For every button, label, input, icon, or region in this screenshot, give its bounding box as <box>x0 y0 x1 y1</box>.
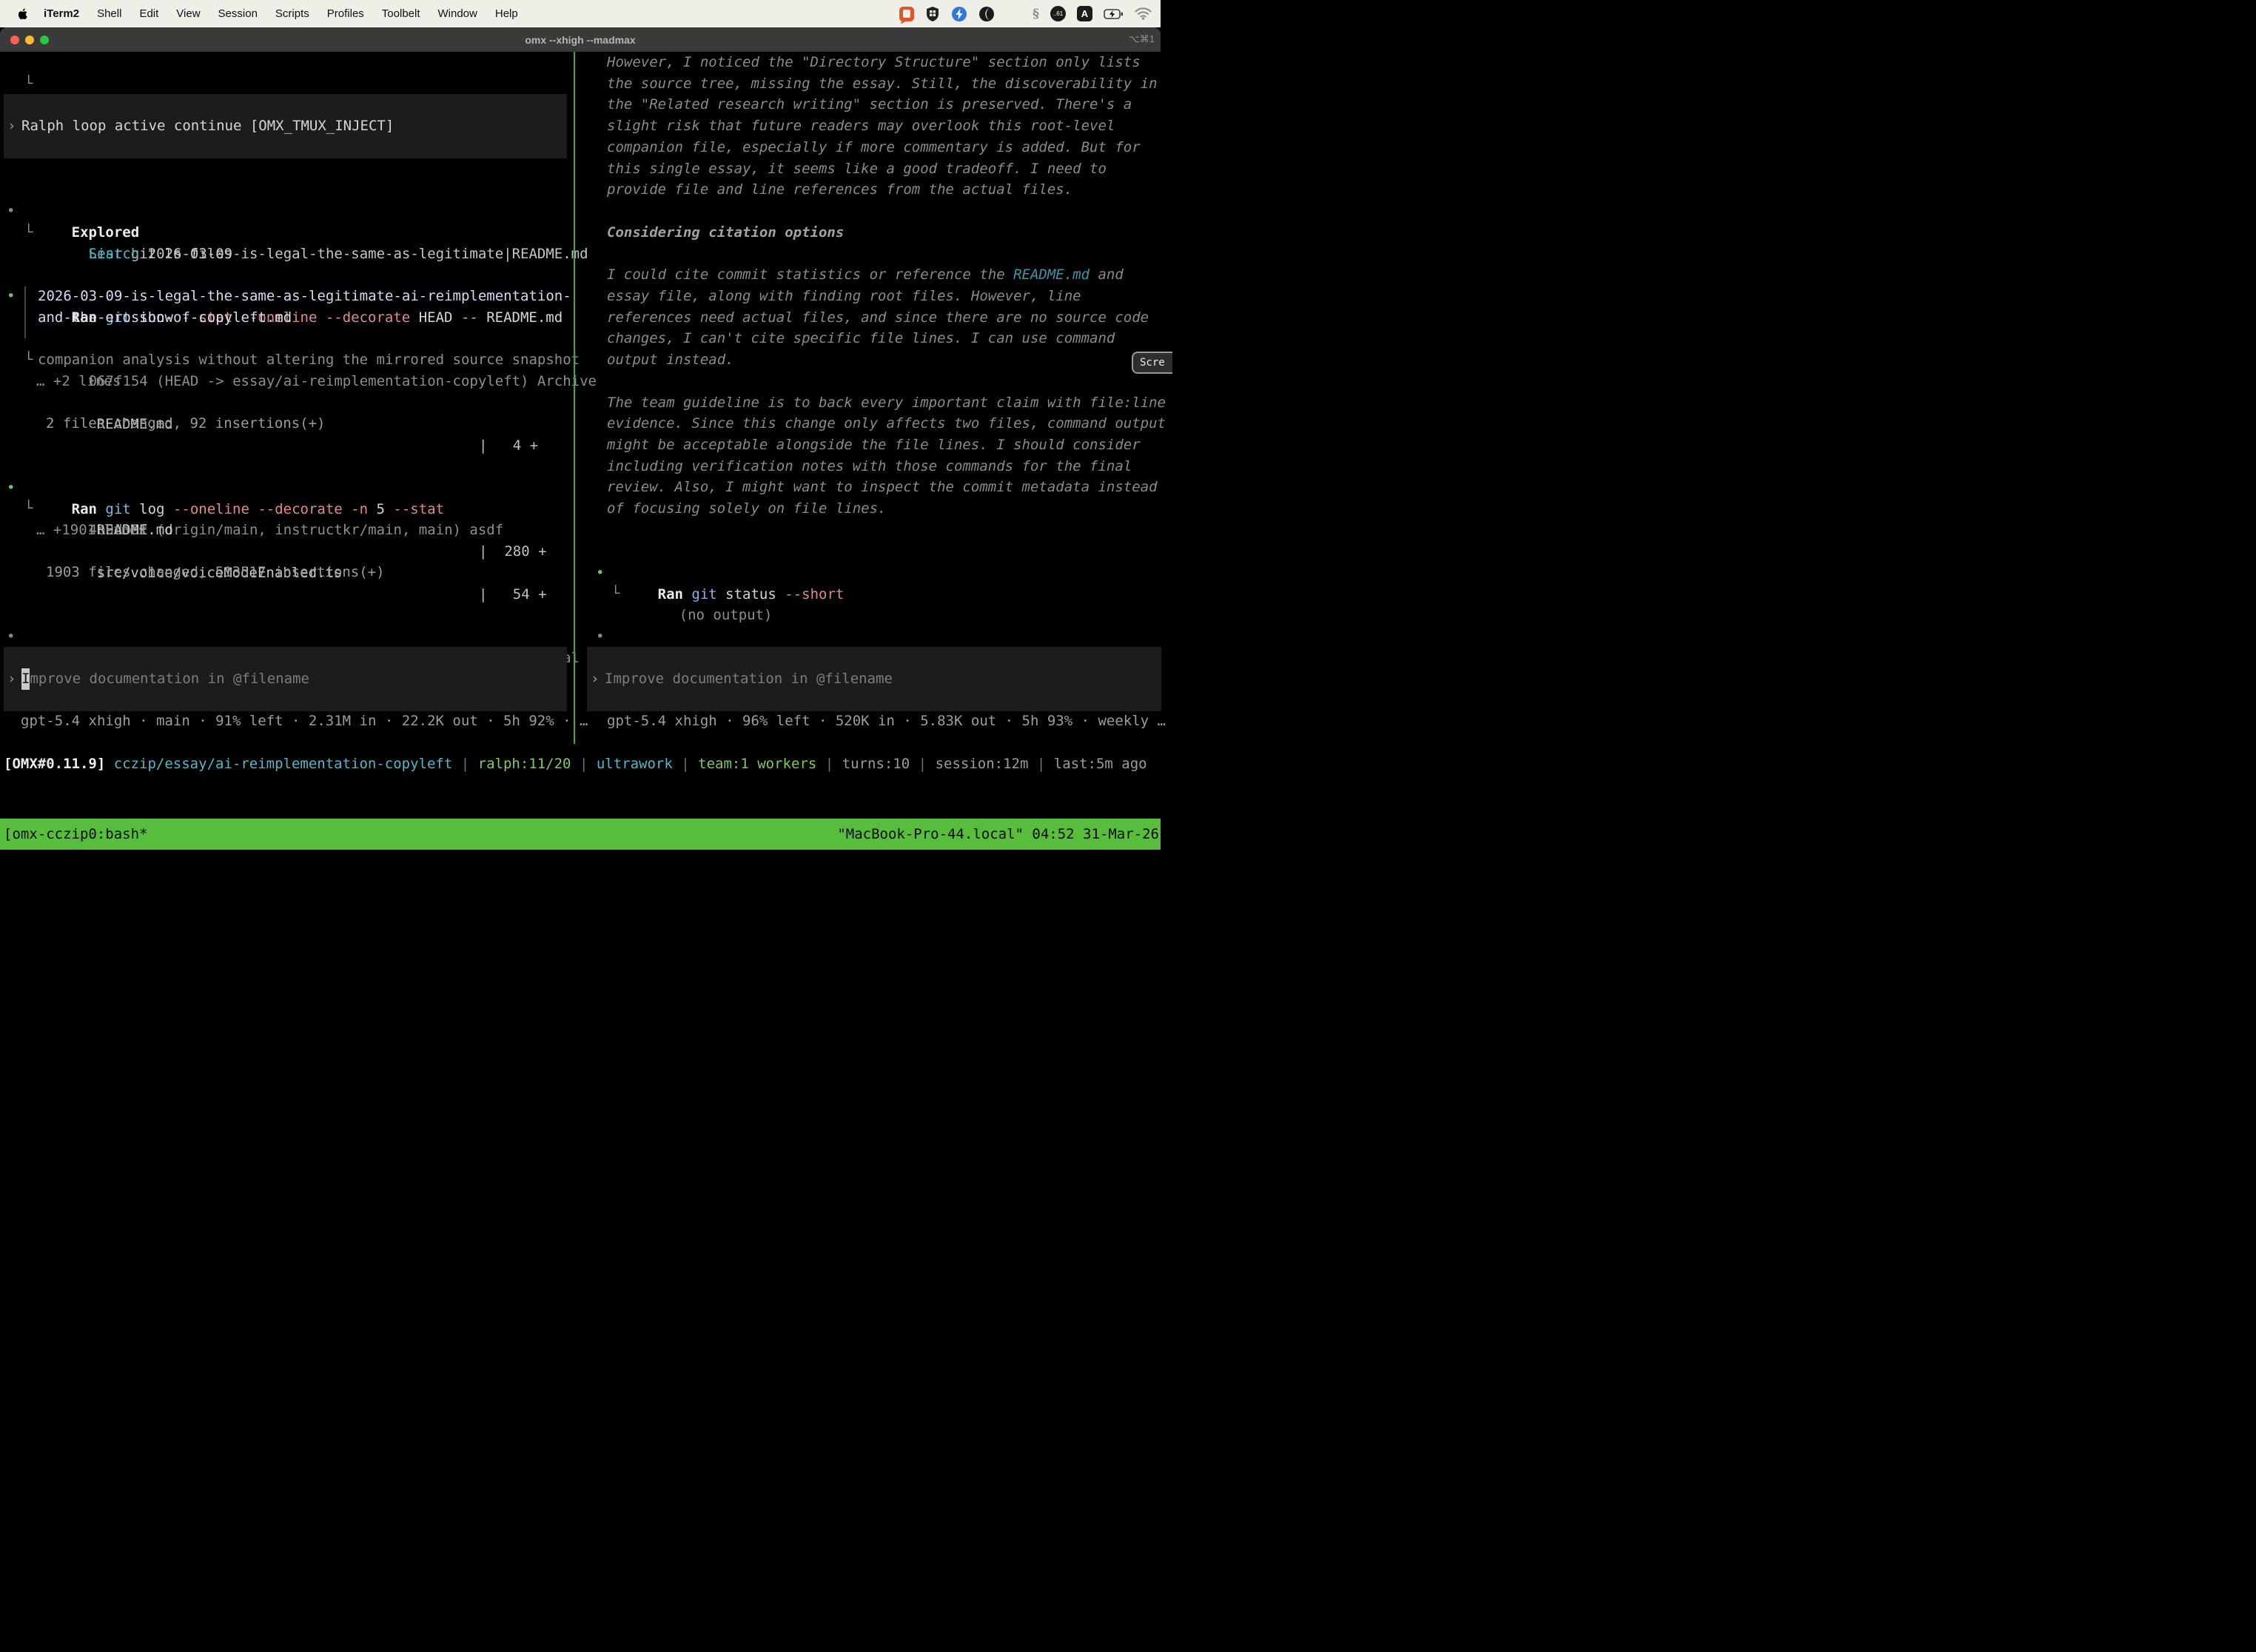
command-arg-wrap: and-the-erosion-of-copyleft.md <box>38 309 292 326</box>
tmux-status-bar: [omx-cczip0:bash* "MacBook-Pro-44.local"… <box>0 819 1161 850</box>
ralph-loop-text: Ralph loop active continue [OMX_TMUX_INJ… <box>21 115 394 137</box>
crescent-app-icon[interactable] <box>978 6 995 22</box>
workspace-path: cczip/essay/ai-reimplementation-copyleft <box>114 756 453 772</box>
reasoning-line: I could cite commit statistics or refere… <box>607 266 1124 283</box>
diffstat-value: | 4 + <box>479 435 538 457</box>
tree-corner: └ <box>611 583 620 605</box>
tmux-session-window[interactable]: [omx-cczip0:bash* <box>4 826 147 842</box>
command-arg-wrap: 2026-03-09-is-legal-the-same-as-legitima… <box>38 288 571 304</box>
input-placeholder-text: Improve documentation in @filename <box>605 668 893 690</box>
omx-status-bar: [OMX#0.11.9] cczip/essay/ai-reimplementa… <box>0 753 1161 775</box>
session-duration: session:12m <box>936 756 1029 772</box>
window-title-bar: omx --xhigh --madmax ⌥⌘1 <box>0 27 1161 52</box>
menu-profiles[interactable]: Profiles <box>318 7 373 20</box>
last-activity: last:5m ago <box>1054 756 1147 772</box>
reasoning-line: this single essay, it seems like a good … <box>607 161 1107 177</box>
scroll-squiggle-icon[interactable]: § <box>1033 7 1039 21</box>
battery-icon[interactable] <box>1104 9 1124 19</box>
right-agent-pane[interactable]: However, I noticed the "Directory Struct… <box>575 52 1161 796</box>
reasoning-line: changes, I can't cite specific file line… <box>607 330 1115 346</box>
shield-icon[interactable] <box>925 6 940 22</box>
diff-summary: 2 files changed, 92 insertions(+) <box>46 415 326 432</box>
reasoning-line: The team guideline is to back every impo… <box>607 394 1166 411</box>
dots-grid-icon[interactable] <box>1006 6 1021 21</box>
zap-badge-icon[interactable] <box>951 6 967 22</box>
window-shortcut-hint: ⌥⌘1 <box>1129 33 1155 45</box>
minimize-window-button[interactable] <box>25 36 34 44</box>
menu-window[interactable]: Window <box>429 7 486 20</box>
apple-logo-icon[interactable] <box>18 7 29 21</box>
timer-badge-icon[interactable]: ..61 <box>1050 6 1066 21</box>
git-status-command: Ran git status --short <box>658 586 845 602</box>
close-window-button[interactable] <box>10 36 19 44</box>
team-workers-count: team:1 workers <box>698 756 816 772</box>
screen-notification-tooltip[interactable]: Scre <box>1132 352 1172 374</box>
input-placeholder-text: Improve documentation in @filename <box>21 668 309 690</box>
menu-shell[interactable]: Shell <box>88 7 130 20</box>
reasoning-line: including verification notes with those … <box>607 458 1132 474</box>
mode-label: ultrawork <box>597 756 673 772</box>
tmux-hostname-clock: "MacBook-Pro-44.local" 04:52 31-Mar-26 <box>837 826 1159 842</box>
menu-toolbelt[interactable]: Toolbelt <box>373 7 429 20</box>
reasoning-line: companion file, especially if more comme… <box>607 139 1141 155</box>
reasoning-line: However, I noticed the "Directory Struct… <box>607 54 1141 70</box>
reasoning-line: of focusing solely on file lines. <box>607 500 887 517</box>
turns-count: turns:10 <box>842 756 910 772</box>
right-prompt-input[interactable]: › Improve documentation in @filename <box>587 647 1161 711</box>
diff-summary: 1903 files changed, 513517 insertions(+) <box>46 564 385 580</box>
prompt-chevron: › <box>7 668 16 690</box>
keyboard-switcher-icon[interactable]: A <box>1077 6 1092 21</box>
readme-file-reference: README.md <box>1013 266 1090 283</box>
left-agent-pane[interactable]: └ No agents completed yet › Ralph loop a… <box>0 52 574 796</box>
menu-view[interactable]: View <box>167 7 209 20</box>
ralph-loop-banner: › Ralph loop active continue [OMX_TMUX_I… <box>4 94 567 158</box>
bullet-icon: • <box>596 626 604 648</box>
reasoning-line: the "Related research writing" section i… <box>607 96 1132 113</box>
menu-scripts[interactable]: Scripts <box>266 7 318 20</box>
more-lines-indicator: … +2 lines <box>36 373 121 389</box>
menu-status-icons: § ..61 A <box>899 6 1161 22</box>
menu-bar: iTerm2 Shell Edit View Session Scripts P… <box>0 0 1161 27</box>
reasoning-heading: Considering citation options <box>607 224 844 241</box>
prompt-chevron: › <box>591 668 599 690</box>
omx-version-badge: [OMX#0.11.9] <box>4 756 105 772</box>
diffstat-value: | 54 + <box>479 584 547 605</box>
search-pattern: 2026-03-09-is-legal-the-same-as-legitima… <box>139 246 588 262</box>
more-lines-indicator: … +1901 lines <box>36 522 147 538</box>
menu-iterm2[interactable]: iTerm2 <box>35 7 88 20</box>
bullet-icon: • <box>7 626 15 648</box>
left-session-statusline: gpt-5.4 xhigh · main · 91% left · 2.31M … <box>21 713 588 729</box>
menu-help[interactable]: Help <box>486 7 527 20</box>
menu-edit[interactable]: Edit <box>130 7 167 20</box>
reasoning-line: review. Also, I might want to inspect th… <box>607 479 1158 495</box>
chat-app-icon[interactable] <box>899 7 914 21</box>
reasoning-line: output instead. <box>607 352 734 368</box>
ralph-counter: ralph:11/20 <box>478 756 571 772</box>
reasoning-line: might be acceptable alongside the file l… <box>607 437 1141 453</box>
text-cursor: I <box>21 668 30 690</box>
reasoning-line: essay file, along with finding root file… <box>607 288 1081 304</box>
reasoning-line: provide file and line references from th… <box>607 181 1072 198</box>
prompt-chevron: › <box>7 115 16 137</box>
terminal-content: └ No agents completed yet › Ralph loop a… <box>0 52 1161 819</box>
reasoning-line: references need actual files, and since … <box>607 309 1149 326</box>
commit-message-line: companion analysis without altering the … <box>38 352 580 368</box>
menu-session[interactable]: Session <box>209 7 266 20</box>
reasoning-line: slight risk that future readers may over… <box>607 118 1115 134</box>
search-verb: Search <box>89 246 140 262</box>
tree-corner: └ <box>24 73 33 95</box>
left-prompt-input[interactable]: › Improve documentation in @filename <box>4 647 567 711</box>
right-session-statusline: gpt-5.4 xhigh · 96% left · 520K in · 5.8… <box>607 713 1166 729</box>
zoom-window-button[interactable] <box>40 36 49 44</box>
wifi-icon[interactable] <box>1135 7 1152 20</box>
reasoning-line: evidence. Since this change only affects… <box>607 415 1166 432</box>
reasoning-line: the source tree, missing the essay. Stil… <box>607 75 1158 92</box>
window-title: omx --xhigh --madmax <box>0 34 1161 46</box>
